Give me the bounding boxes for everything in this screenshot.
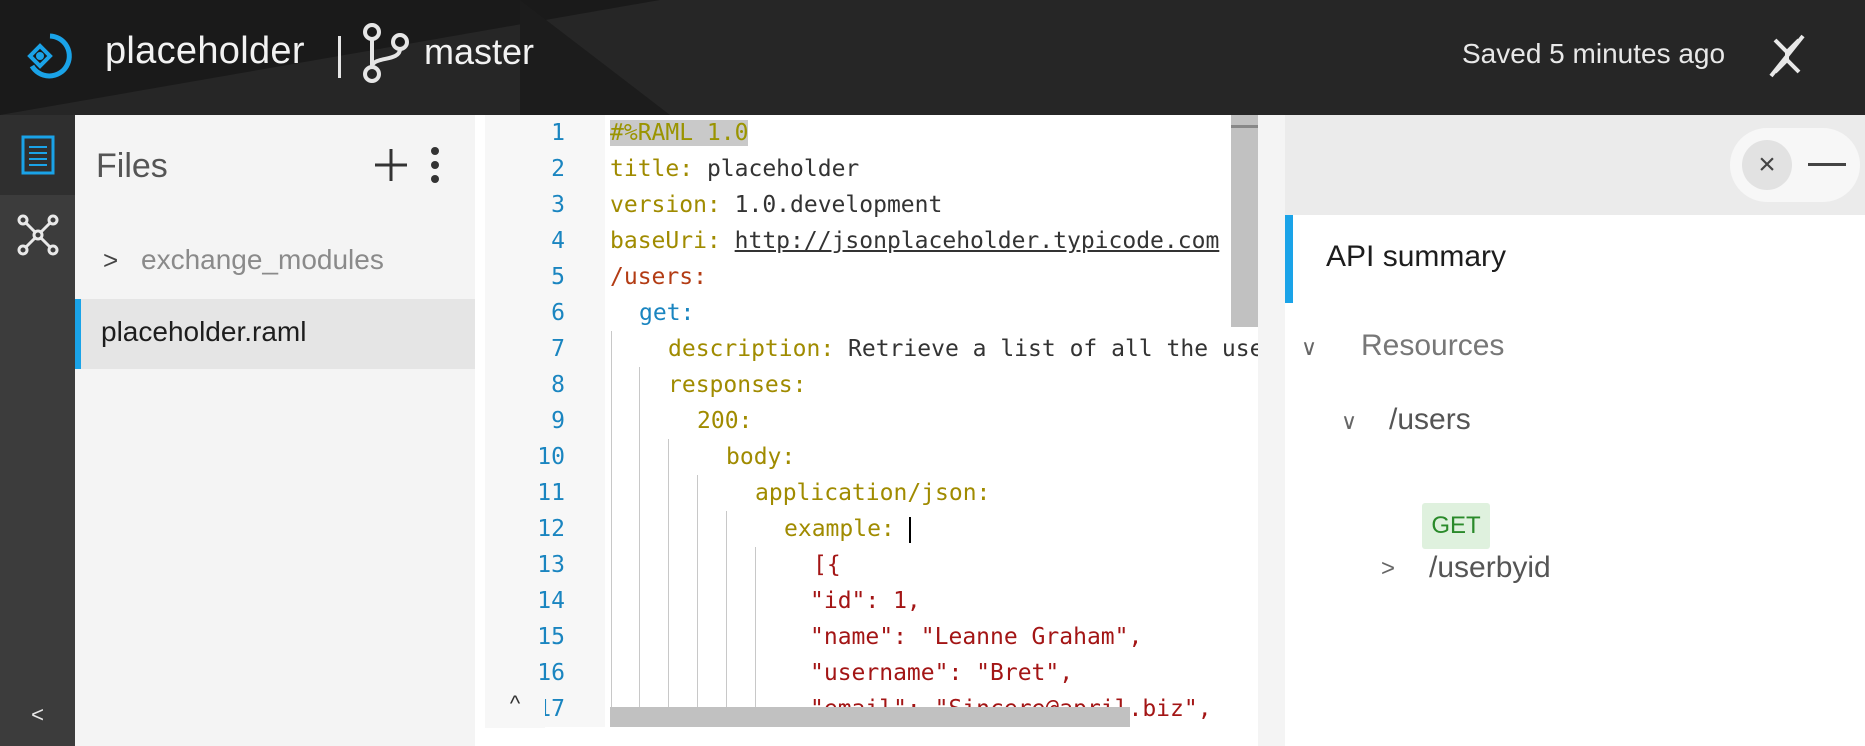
sync-off-icon[interactable] [1765, 32, 1809, 80]
title-separator [338, 36, 341, 78]
dependencies-view-button[interactable] [0, 195, 75, 275]
line-number: 11 [537, 480, 565, 506]
line-number: 10 [537, 444, 565, 470]
horizontal-scrollbar[interactable] [610, 707, 1130, 727]
code-line: body: [726, 444, 796, 470]
file-item-placeholder-raml[interactable]: placeholder.raml [75, 299, 475, 369]
line-number: 6 [551, 300, 565, 326]
line-number: 9 [551, 408, 565, 434]
folder-item-exchange-modules[interactable]: > exchange_modules [75, 225, 475, 297]
minimize-icon[interactable] [1808, 163, 1846, 166]
line-number-gutter: 1 2 3 4 5 6 7 8 9 10 11 12 13 14 15 16 1… [485, 115, 605, 727]
api-summary-panel: × API summary ∨ Resources ∨ /users GET >… [1285, 115, 1865, 746]
document-icon [21, 135, 54, 175]
line-number: 15 [537, 624, 565, 650]
code-line: "username": "Bret", [810, 660, 1074, 686]
editor-right-gutter [1258, 115, 1285, 746]
code-line: responses: [668, 372, 807, 398]
add-file-icon[interactable] [371, 145, 411, 185]
line-number: 7 [551, 336, 565, 362]
top-bar: placeholder master Saved 5 minutes ago [0, 0, 1865, 115]
left-rail: < [0, 115, 75, 746]
files-title: Files [96, 147, 168, 185]
logo-icon[interactable] [22, 30, 78, 82]
method-get-badge[interactable]: GET [1422, 503, 1490, 549]
chevron-right-icon: > [103, 245, 119, 275]
code-line: version: 1.0.development [610, 192, 943, 218]
tab-api-summary[interactable]: API summary [1285, 215, 1865, 303]
resource-userbyid[interactable]: /userbyid [1429, 551, 1551, 585]
code-editor[interactable]: 1 2 3 4 5 6 7 8 9 10 11 12 13 14 15 16 1… [475, 115, 1285, 746]
save-status: Saved 5 minutes ago [1462, 38, 1726, 69]
branch-name[interactable]: master [424, 31, 534, 73]
code-line: example: [784, 516, 911, 543]
code-line: [{ [813, 552, 841, 578]
code-line: description: Retrieve a list of all the … [668, 336, 1270, 362]
tab-label: API summary [1326, 240, 1507, 273]
folder-name: exchange_modules [141, 244, 384, 275]
chevron-down-icon[interactable]: ∨ [1301, 335, 1317, 361]
code-line: "name": "Leanne Graham", [810, 624, 1143, 650]
more-options-icon[interactable] [425, 145, 445, 185]
resources-heading[interactable]: Resources [1361, 329, 1504, 363]
panel-toggle[interactable]: × [1730, 128, 1860, 202]
line-number: 12 [537, 516, 565, 542]
code-line: #%RAML 1.0 [610, 120, 749, 146]
code-area[interactable]: #%RAML 1.0 title: placeholder version: 1… [610, 115, 1270, 727]
chevron-right-icon[interactable]: > [1381, 555, 1395, 583]
expand-up-button[interactable]: ^ [485, 680, 545, 728]
vertical-scrollbar[interactable] [1231, 115, 1259, 327]
scroll-marker [1231, 125, 1259, 128]
line-number: 8 [551, 372, 565, 398]
text-cursor [908, 516, 911, 543]
line-number: 4 [551, 228, 565, 254]
code-line: get: [639, 300, 695, 326]
line-number: 2 [551, 156, 565, 182]
chevron-down-icon[interactable]: ∨ [1341, 409, 1357, 435]
close-icon[interactable]: × [1742, 140, 1792, 190]
code-line: title: placeholder [610, 156, 860, 182]
base-uri-link[interactable]: http://jsonplaceholder.typicode.com [735, 228, 1220, 254]
code-line: 200: [697, 408, 753, 434]
line-number: 14 [537, 588, 565, 614]
files-view-button[interactable] [0, 115, 75, 195]
network-icon [17, 214, 58, 256]
code-line: application/json: [755, 480, 991, 506]
git-branch-icon[interactable] [362, 22, 412, 84]
line-number: 5 [551, 264, 565, 290]
line-number: 3 [551, 192, 565, 218]
line-number: 1 [551, 120, 565, 146]
panel-header: × [1285, 115, 1865, 215]
code-line: /users: [610, 264, 707, 290]
resource-users[interactable]: /users [1389, 403, 1471, 437]
line-number: 13 [537, 552, 565, 578]
collapse-sidebar-button[interactable]: < [0, 702, 75, 728]
project-name[interactable]: placeholder [105, 30, 305, 73]
file-name: placeholder.raml [101, 316, 307, 347]
files-panel: Files > exchange_modules placeholder.ram… [75, 115, 475, 746]
code-line: baseUri: http://jsonplaceholder.typicode… [610, 228, 1220, 254]
code-line: "id": 1, [810, 588, 921, 614]
